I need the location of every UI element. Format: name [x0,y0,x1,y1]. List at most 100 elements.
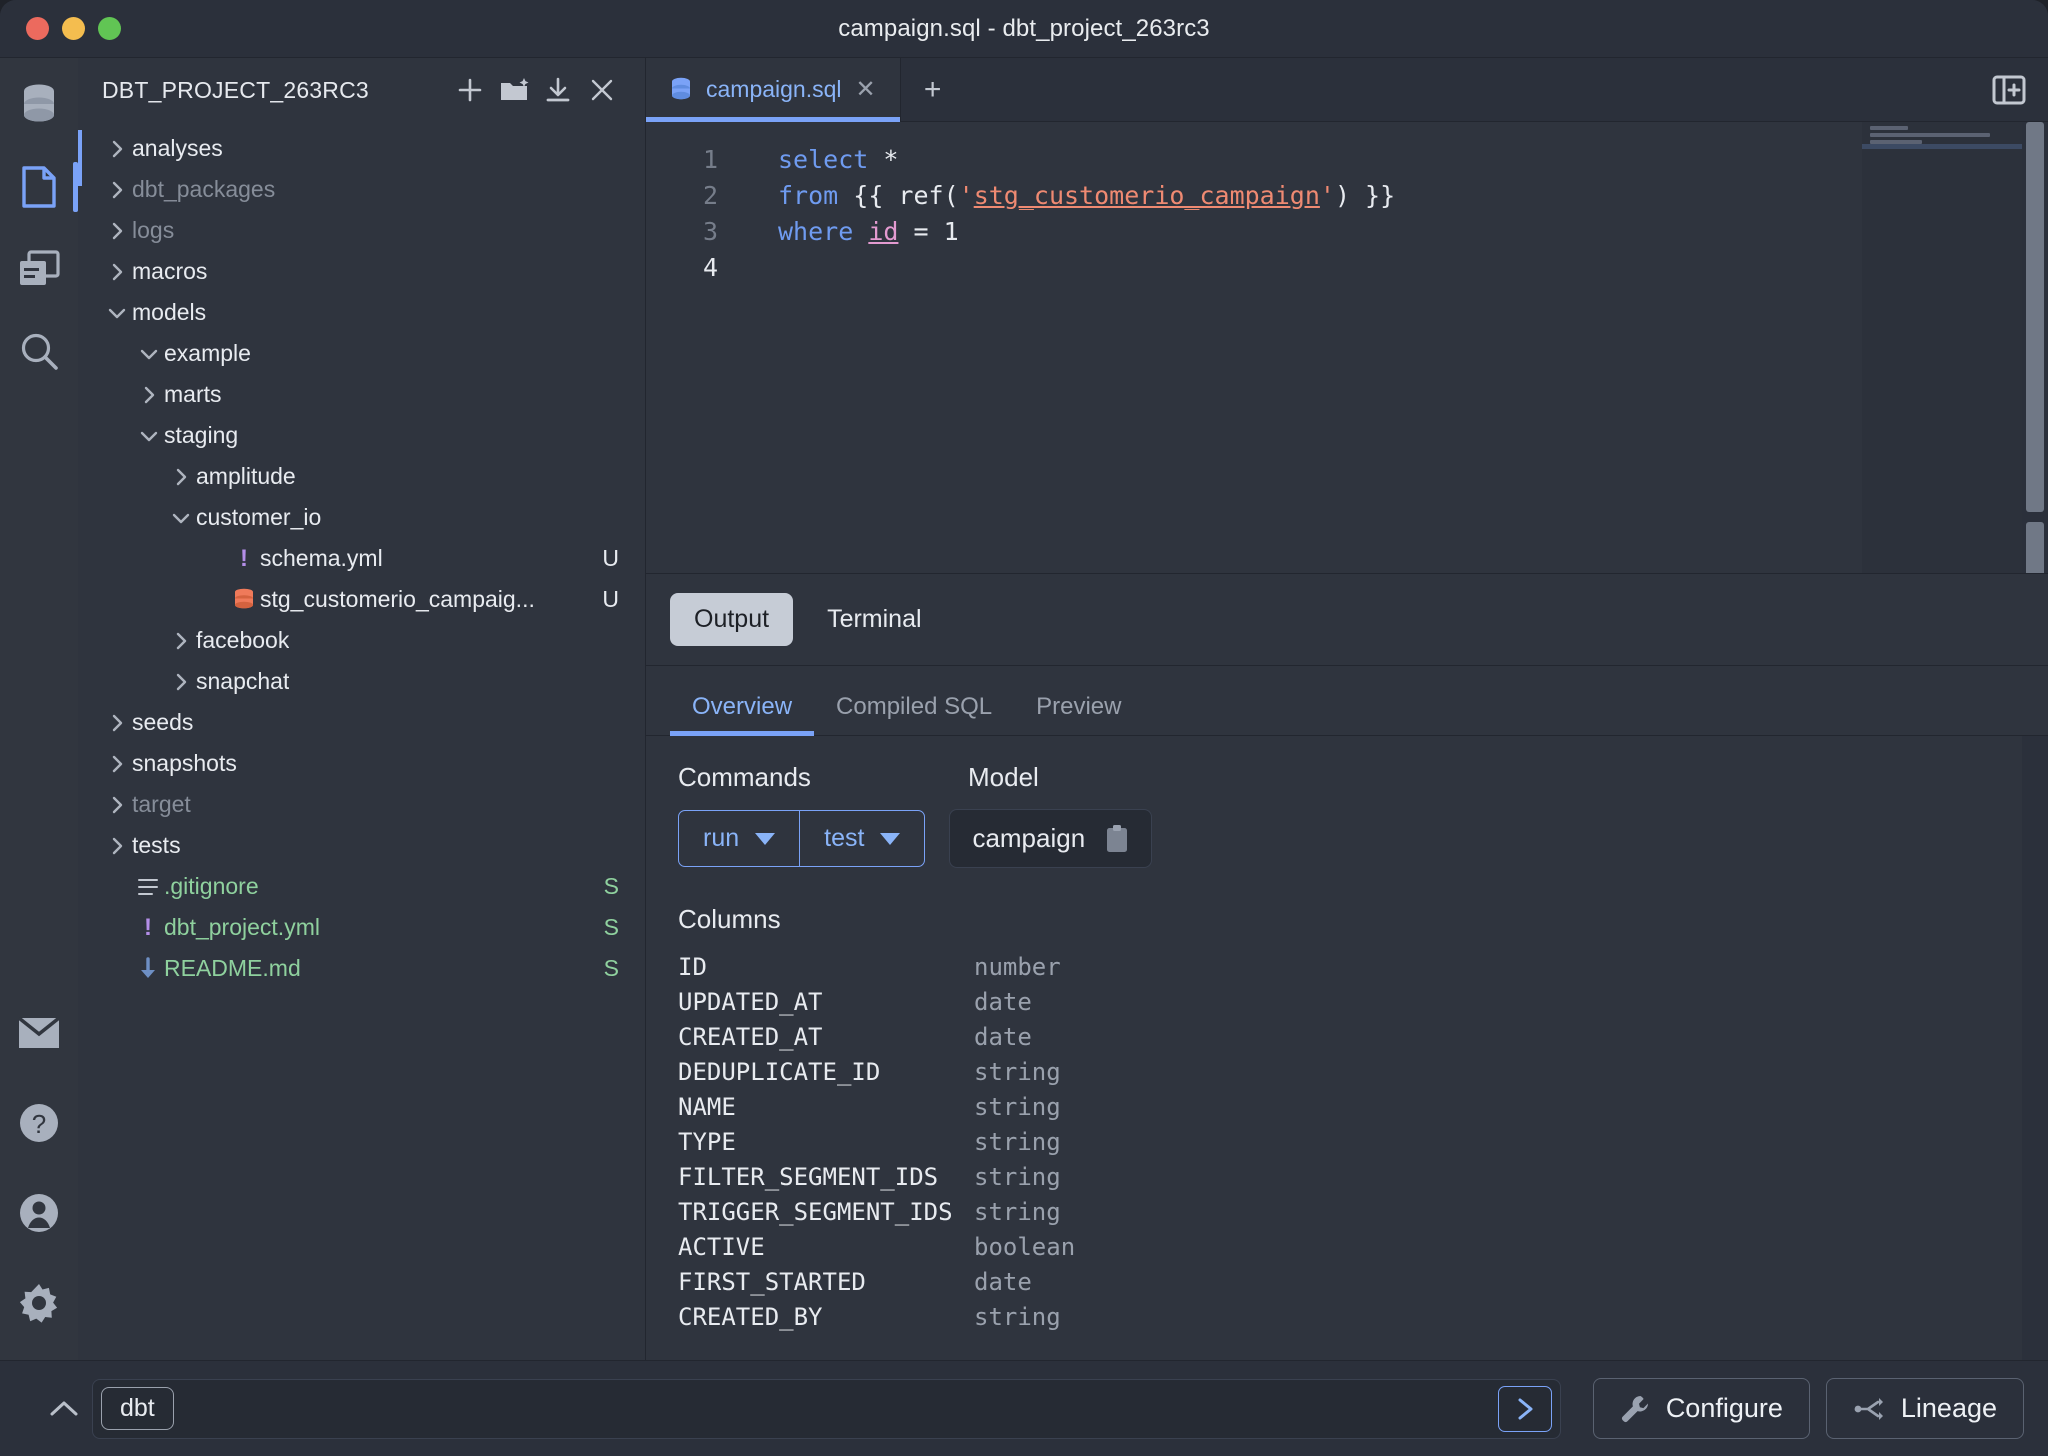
tree-item-analyses[interactable]: analyses [78,128,645,169]
column-type: boolean [974,1232,1076,1261]
subtab-compiled-sql[interactable]: Compiled SQL [814,693,1014,735]
tree-item-label: README.md [164,955,301,981]
chevron-right-icon[interactable] [102,753,132,775]
chevron-right-icon[interactable] [134,384,164,406]
scrollbar-thumb-secondary[interactable] [2026,522,2044,573]
gear-icon[interactable] [12,1276,66,1330]
tree-item-macros[interactable]: macros [78,251,645,292]
chevron-right-icon[interactable] [102,179,132,201]
editor-minimap[interactable] [1862,122,2022,573]
sql-identifier: id [868,217,899,246]
new-tab-button[interactable]: + [901,58,965,121]
run-command-button[interactable]: run [679,811,799,866]
tree-item-label: schema.yml [260,545,383,571]
chevron-right-icon[interactable] [102,835,132,857]
scrollbar-thumb[interactable] [2026,122,2044,512]
chevron-down-icon[interactable] [755,832,776,845]
mail-icon[interactable] [12,1006,66,1060]
tree-item-dbt_project-yml[interactable]: ! dbt_project.yml S [78,907,645,948]
chevron-down-icon[interactable] [134,343,164,365]
tree-item-snapshots[interactable]: snapshots [78,743,645,784]
chevron-right-icon[interactable] [102,138,132,160]
column-type: string [974,1057,1061,1086]
chevron-down-icon[interactable] [102,302,132,324]
tree-item-staging[interactable]: staging [78,415,645,456]
tree-item-snapchat[interactable]: snapchat [78,661,645,702]
line-text [730,250,778,286]
tree-item-amplitude[interactable]: amplitude [78,456,645,497]
account-icon[interactable] [12,1186,66,1240]
tab-campaign-sql[interactable]: campaign.sql ✕ [646,58,901,122]
tree-item-label: models [132,299,207,325]
run-command-icon[interactable] [1497,1385,1552,1432]
tree-item-logs[interactable]: logs [78,210,645,251]
database-icon[interactable] [12,78,66,132]
tree-item-customer_io[interactable]: customer_io [78,497,645,538]
model-name-box[interactable]: campaign [949,809,1153,868]
tree-item-label: tests [132,832,181,858]
chevron-down-icon[interactable] [166,507,196,529]
tree-item-marts[interactable]: marts [78,374,645,415]
tree-item-facebook[interactable]: facebook [78,620,645,661]
chevron-right-icon[interactable] [166,630,196,652]
chevron-right-icon[interactable] [102,712,132,734]
chevron-right-icon[interactable] [166,671,196,693]
editor-scrollbar[interactable] [2022,122,2048,573]
code-editor[interactable]: 1 select * 2 from {{ ref('stg_customerio… [646,122,2048,574]
configure-button[interactable]: Configure [1592,1378,1810,1439]
tab-close-icon[interactable]: ✕ [856,77,876,102]
subtab-overview[interactable]: Overview [670,693,815,736]
tree-item-readme-md[interactable]: README.md S [78,948,645,989]
plus-icon[interactable] [453,73,487,107]
test-command-button[interactable]: test [799,811,924,866]
help-icon[interactable]: ? [12,1096,66,1150]
column-type: string [974,1162,1061,1191]
segment-output[interactable]: Output [670,593,794,646]
chevron-down-icon[interactable] [880,832,901,845]
tree-item-label: staging [164,422,239,448]
clipboard-icon[interactable] [1105,824,1129,854]
tree-item-stg_customerio_campaig-[interactable]: stg_customerio_campaig... U [78,579,645,620]
minimize-window-button[interactable] [62,17,85,40]
close-window-button[interactable] [26,17,49,40]
tree-item--gitignore[interactable]: .gitignore S [78,866,645,907]
chevron-right-icon[interactable] [102,794,132,816]
chevron-right-icon[interactable] [166,466,196,488]
segment-terminal[interactable]: Terminal [803,593,945,646]
tree-item-target[interactable]: target [78,784,645,825]
dbt-chip[interactable]: dbt [101,1387,174,1430]
tree-item-example[interactable]: example [78,333,645,374]
subtab-preview[interactable]: Preview [1014,693,1143,735]
output-scrollbar[interactable] [2022,736,2048,1360]
close-explorer-icon[interactable] [585,73,619,107]
file-tree[interactable]: analyses dbt_packages logs macros models exam… [78,122,645,1360]
new-folder-icon[interactable] [497,73,531,107]
line-text: where id = 1 [730,214,959,250]
tree-item-label: facebook [196,627,290,653]
line-number: 3 [702,217,718,246]
tree-item-dbt_packages[interactable]: dbt_packages [78,169,645,210]
chevron-down-icon[interactable] [134,425,164,447]
download-icon[interactable] [541,73,575,107]
maximize-window-button[interactable] [98,17,121,40]
chevron-right-icon[interactable] [102,261,132,283]
split-panel-icon[interactable] [1970,58,2048,121]
command-input[interactable]: dbt [92,1378,1561,1439]
copy-window-icon[interactable] [12,242,66,296]
search-icon[interactable] [12,324,66,378]
tree-item-seeds[interactable]: seeds [78,702,645,743]
chevron-up-icon[interactable] [36,1399,92,1419]
tree-item-tests[interactable]: tests [78,825,645,866]
model-ref-link[interactable]: stg_customerio_campaign [974,181,1320,210]
line-number: 2 [702,181,718,210]
file-explorer-icon[interactable] [12,160,78,214]
code-line-2: 2 from {{ ref('stg_customerio_campaign')… [646,178,1862,214]
sql-text: ) }} [1334,181,1396,210]
code-content[interactable]: 1 select * 2 from {{ ref('stg_customerio… [646,122,1862,573]
column-name: ACTIVE [678,1232,765,1261]
tree-item-models[interactable]: models [78,292,645,333]
chevron-right-icon[interactable] [102,220,132,242]
tree-item-schema-yml[interactable]: ! schema.yml U [78,538,645,579]
tree-item-label: .gitignore [164,873,259,899]
lineage-button[interactable]: Lineage [1825,1378,2024,1439]
